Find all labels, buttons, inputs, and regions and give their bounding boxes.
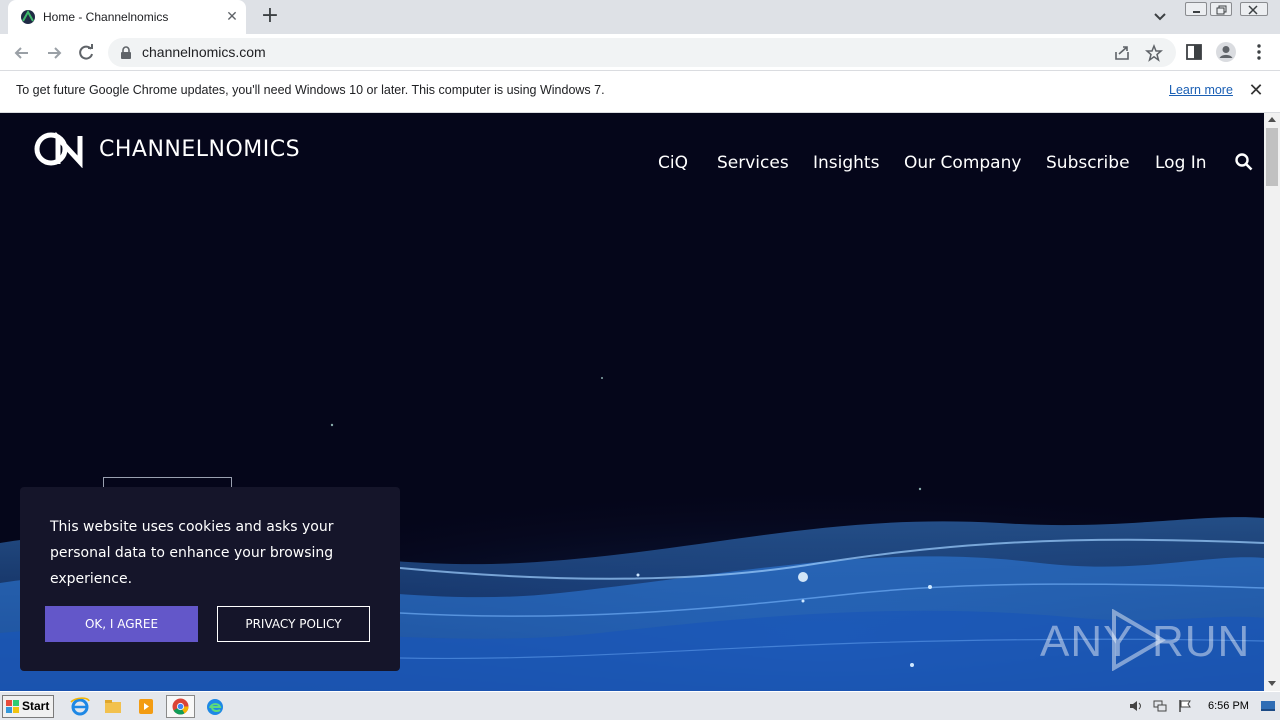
logo-wordmark[interactable]: CHANNELNOMICS — [99, 137, 300, 162]
media-player-icon[interactable] — [134, 695, 158, 718]
share-icon[interactable] — [1113, 44, 1131, 62]
tab-close-icon[interactable]: ✕ — [224, 9, 240, 25]
cookie-message: This website uses cookies and asks your … — [50, 519, 334, 587]
bookmark-star-icon[interactable] — [1145, 44, 1163, 62]
chrome-taskbar-button[interactable] — [166, 695, 195, 718]
update-infobar: To get future Google Chrome updates, you… — [0, 71, 1280, 113]
taskbar-clock[interactable]: 6:56 PM — [1208, 700, 1249, 712]
windows-taskbar: Start 6:56 PM — [0, 691, 1280, 720]
watermark-text-right: RUN — [1152, 617, 1251, 666]
restore-button[interactable] — [1210, 2, 1232, 16]
edge-icon[interactable] — [203, 695, 227, 718]
minimize-button[interactable] — [1185, 2, 1207, 16]
nav-link-ciq[interactable]: CiQ — [658, 153, 688, 173]
chrome-icon — [172, 698, 189, 715]
forward-arrow-icon[interactable] — [43, 42, 65, 64]
privacy-policy-button[interactable]: PRIVACY POLICY — [217, 606, 370, 642]
window-close-button[interactable] — [1240, 2, 1268, 16]
internet-explorer-icon[interactable] — [68, 695, 92, 718]
scroll-thumb[interactable] — [1266, 128, 1278, 186]
channelnomics-logo-icon[interactable] — [34, 132, 86, 168]
show-desktop-icon[interactable] — [1260, 699, 1276, 713]
tab-title: Home - Channelnomics — [43, 10, 169, 24]
side-panel-icon[interactable] — [1184, 42, 1204, 62]
browser-tab[interactable]: Home - Channelnomics ✕ — [8, 0, 246, 34]
nav-link-insights[interactable]: Insights — [813, 153, 879, 173]
agree-button[interactable]: OK, I AGREE — [45, 606, 198, 642]
volume-icon[interactable] — [1128, 699, 1144, 713]
new-tab-button[interactable]: + — [258, 5, 282, 29]
nav-link-log-in[interactable]: Log In — [1155, 153, 1207, 173]
learn-more-link[interactable]: Learn more — [1169, 83, 1233, 97]
start-label: Start — [22, 699, 50, 713]
menu-kebab-icon[interactable] — [1249, 42, 1269, 62]
profile-avatar-icon[interactable] — [1215, 41, 1237, 63]
reload-icon[interactable] — [75, 42, 97, 64]
back-arrow-icon[interactable] — [11, 42, 33, 64]
address-bar[interactable]: channelnomics.com — [108, 38, 1176, 67]
url-text[interactable]: channelnomics.com — [142, 44, 266, 60]
cookie-consent-banner: This website uses cookies and asks your … — [20, 487, 400, 671]
lock-icon[interactable] — [120, 46, 132, 59]
page-viewport: CHANNELNOMICS CiQ Services Insights Our … — [0, 113, 1264, 691]
tab-search-chevron-icon[interactable] — [1150, 8, 1170, 26]
scroll-up-arrow-icon[interactable] — [1268, 117, 1276, 122]
windows-flag-icon — [6, 700, 19, 713]
network-icon[interactable] — [1152, 699, 1168, 713]
infobar-close-icon[interactable]: ✕ — [1247, 82, 1265, 100]
start-button[interactable]: Start — [2, 695, 54, 718]
tab-strip: Home - Channelnomics ✕ + — [0, 0, 1280, 34]
search-icon[interactable] — [1235, 153, 1253, 171]
infobar-message: To get future Google Chrome updates, you… — [16, 83, 605, 97]
action-center-flag-icon[interactable] — [1177, 699, 1193, 713]
nav-link-services[interactable]: Services — [717, 153, 789, 173]
browser-toolbar: channelnomics.com — [0, 34, 1280, 71]
page-scrollbar[interactable] — [1264, 113, 1280, 691]
channelnomics-favicon-icon — [21, 9, 35, 24]
scroll-down-arrow-icon[interactable] — [1268, 681, 1276, 686]
file-explorer-icon[interactable] — [101, 695, 125, 718]
anyrun-watermark: ANY RUN — [1040, 609, 1249, 673]
nav-link-subscribe[interactable]: Subscribe — [1046, 153, 1130, 173]
nav-link-our-company[interactable]: Our Company — [904, 153, 1021, 173]
